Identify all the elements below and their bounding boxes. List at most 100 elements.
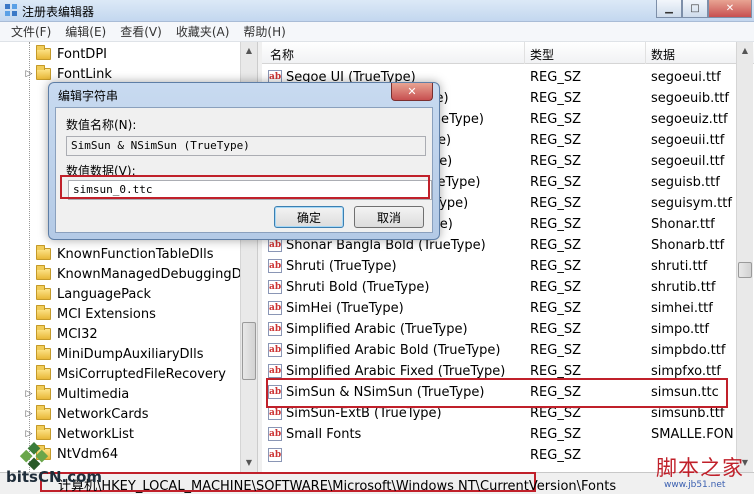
folder-icon bbox=[36, 265, 51, 280]
value-type: REG_SZ bbox=[530, 196, 581, 211]
value-type: REG_SZ bbox=[530, 406, 581, 421]
folder-icon bbox=[36, 405, 51, 420]
tree-scroll-thumb[interactable] bbox=[242, 322, 256, 380]
dialog-title: 编辑字符串 bbox=[58, 89, 119, 103]
folder-icon bbox=[36, 365, 51, 380]
tree-item-label: Multimedia bbox=[57, 386, 130, 402]
value-type: REG_SZ bbox=[530, 154, 581, 169]
folder-icon bbox=[36, 65, 51, 80]
value-name: Small Fonts bbox=[286, 427, 362, 442]
list-row[interactable]: ab Shruti Bold (TrueType) REG_SZ shrutib.tt… bbox=[262, 278, 736, 299]
close-button[interactable]: ✕ bbox=[708, 0, 752, 18]
value-data: simhei.ttf bbox=[651, 301, 713, 316]
scroll-up-arrow-icon[interactable]: ▲ bbox=[241, 42, 257, 58]
tree-item[interactable]: MsiCorruptedFileRecovery bbox=[22, 364, 226, 384]
folder-icon bbox=[36, 45, 51, 60]
maximize-button[interactable]: □ bbox=[682, 0, 708, 18]
expand-arrow-icon[interactable]: ▷ bbox=[22, 389, 36, 399]
folder-icon bbox=[36, 345, 51, 360]
expand-arrow-icon[interactable]: ▷ bbox=[22, 409, 36, 419]
string-value-icon: ab bbox=[268, 280, 282, 294]
tree-item[interactable]: KnownManagedDebuggingDlls bbox=[22, 264, 256, 284]
tree-item-label: MCI Extensions bbox=[57, 306, 156, 322]
list-row[interactable]: ab Simplified Arabic (TrueType) REG_SZ simp… bbox=[262, 320, 736, 341]
list-row[interactable]: ab Shruti (TrueType) REG_SZ shruti.ttf bbox=[262, 257, 736, 278]
menu-edit[interactable]: 编辑(E) bbox=[58, 23, 113, 40]
column-divider[interactable] bbox=[645, 42, 646, 64]
watermark-jb51-url: www.jb51.net bbox=[664, 480, 726, 490]
value-type: REG_SZ bbox=[530, 343, 581, 358]
minimize-button[interactable]: ▁ bbox=[656, 0, 682, 18]
column-divider[interactable] bbox=[524, 42, 525, 64]
value-data: segoeui.ttf bbox=[651, 70, 721, 85]
data-input-highlight bbox=[60, 175, 430, 199]
tree-item[interactable]: ▷ NetworkCards bbox=[22, 404, 148, 424]
list-header: 名称 类型 数据 bbox=[262, 42, 754, 64]
value-type: REG_SZ bbox=[530, 175, 581, 190]
tree-item[interactable]: ▷ Multimedia bbox=[22, 384, 129, 404]
folder-icon bbox=[36, 385, 51, 400]
column-header-type[interactable]: 类型 bbox=[530, 46, 554, 63]
window-title: 注册表编辑器 bbox=[22, 5, 95, 19]
value-data: segoeuil.ttf bbox=[651, 154, 725, 169]
tree-item[interactable]: MiniDumpAuxiliaryDlls bbox=[22, 344, 204, 364]
close-icon: ✕ bbox=[407, 85, 417, 98]
list-row[interactable]: ab Small Fonts REG_SZ SMALLE.FON bbox=[262, 425, 736, 446]
minimize-icon: ▁ bbox=[665, 3, 673, 14]
tree-item-label: FontDPI bbox=[57, 46, 107, 62]
string-value-icon: ab bbox=[268, 364, 282, 378]
value-name: Simplified Arabic (TrueType) bbox=[286, 322, 468, 337]
expand-arrow-icon[interactable]: ▷ bbox=[22, 69, 36, 79]
column-header-name[interactable]: 名称 bbox=[270, 46, 294, 63]
tree-item-label: KnownFunctionTableDlls bbox=[57, 246, 214, 262]
value-type: REG_SZ bbox=[530, 259, 581, 274]
tree-item[interactable]: MCI Extensions bbox=[22, 304, 156, 324]
value-type: REG_SZ bbox=[530, 448, 581, 463]
menu-view[interactable]: 查看(V) bbox=[113, 23, 169, 40]
string-value-icon: ab bbox=[268, 343, 282, 357]
tree-item[interactable]: LanguagePack bbox=[22, 284, 151, 304]
value-name: Shruti (TrueType) bbox=[286, 259, 397, 274]
watermark-jb51: 脚本之家 bbox=[656, 456, 744, 480]
value-type: REG_SZ bbox=[530, 133, 581, 148]
value-type: REG_SZ bbox=[530, 322, 581, 337]
value-data: simpfxo.ttf bbox=[651, 364, 721, 379]
cancel-button[interactable]: 取消 bbox=[354, 206, 424, 228]
value-name: Shonar Bangla Bold (TrueType) bbox=[286, 238, 486, 253]
edit-string-dialog: 编辑字符串 ✕ 数值名称(N): SimSun & NSimSun (TrueT… bbox=[48, 82, 440, 240]
menu-favorites[interactable]: 收藏夹(A) bbox=[169, 23, 237, 40]
scroll-up-arrow-icon[interactable]: ▲ bbox=[737, 42, 753, 58]
list-row[interactable]: ab Simplified Arabic Bold (TrueType) REG_S… bbox=[262, 341, 736, 362]
tree-item[interactable]: KnownFunctionTableDlls bbox=[22, 244, 214, 264]
value-type: REG_SZ bbox=[530, 280, 581, 295]
string-value-icon: ab bbox=[268, 259, 282, 273]
menu-file[interactable]: 文件(F) bbox=[4, 23, 58, 40]
list-row[interactable]: ab SimHei (TrueType) REG_SZ simhei.ttf bbox=[262, 299, 736, 320]
tree-item[interactable]: FontDPI bbox=[22, 44, 107, 64]
dialog-close-button[interactable]: ✕ bbox=[391, 83, 433, 101]
value-type: REG_SZ bbox=[530, 217, 581, 232]
ok-button[interactable]: 确定 bbox=[274, 206, 344, 228]
value-data: shruti.ttf bbox=[651, 259, 708, 274]
menu-help[interactable]: 帮助(H) bbox=[236, 23, 292, 40]
tree-item-label: NetworkCards bbox=[57, 406, 149, 422]
column-header-data[interactable]: 数据 bbox=[651, 46, 675, 63]
list-scroll-thumb[interactable] bbox=[738, 262, 752, 278]
value-type: REG_SZ bbox=[530, 427, 581, 442]
tree-item-label: MsiCorruptedFileRecovery bbox=[57, 366, 226, 382]
string-value-icon: ab bbox=[268, 406, 282, 420]
value-data: segoeuiz.ttf bbox=[651, 112, 728, 127]
value-data: segoeuib.ttf bbox=[651, 91, 729, 106]
tree-item[interactable]: ▷ FontLink bbox=[22, 64, 112, 84]
value-type: REG_SZ bbox=[530, 301, 581, 316]
value-name: Simplified Arabic Fixed (TrueType) bbox=[286, 364, 506, 379]
tree-item[interactable]: MCI32 bbox=[22, 324, 98, 344]
scroll-down-arrow-icon[interactable]: ▼ bbox=[241, 454, 257, 470]
value-name-field: SimSun & NSimSun (TrueType) bbox=[66, 136, 426, 156]
value-type: REG_SZ bbox=[530, 364, 581, 379]
list-scrollbar[interactable]: ▲ ▼ bbox=[736, 42, 753, 472]
title-bar: 注册表编辑器 ▁ □ ✕ bbox=[0, 0, 754, 22]
value-data: Shonarb.ttf bbox=[651, 238, 725, 253]
close-icon: ✕ bbox=[725, 3, 735, 14]
menu-bar: 文件(F) 编辑(E) 查看(V) 收藏夹(A) 帮助(H) bbox=[0, 22, 754, 42]
